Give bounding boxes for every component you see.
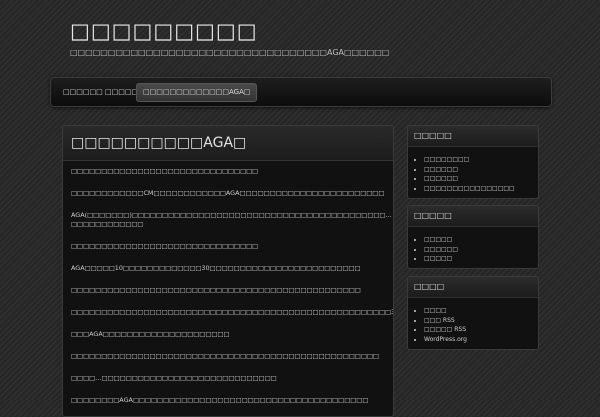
post-body: □□□□□□□□□□□□□□□□□□□□□□□□□□□□□□□ □□□□□□□□… bbox=[63, 161, 393, 416]
site-title[interactable]: □□□□□□□□□ bbox=[70, 18, 590, 44]
post-paragraph: □□□□□□□□□□□□□□□□□□□□□□□□□□□□□□□□□□□□□□□□… bbox=[71, 308, 393, 316]
post-paragraph: AGA□□□□□10□□□□□□□□□□□□□30□□□□□□□□□□□□□□□… bbox=[71, 264, 361, 272]
widget-link[interactable]: □□□□□□ bbox=[424, 165, 538, 175]
widget-list: □□□□□ □□□□□□ □□□□□ bbox=[424, 235, 538, 264]
post-paragraph: □□□□□□□□□□□□□□□□□□□□□□□□□□□□□□□□□□□□□□□□… bbox=[71, 352, 379, 360]
widget-list: □□□□ □□□ RSS □□□□□ RSS WordPress.org bbox=[424, 306, 538, 344]
widget-link[interactable]: □□□□□□□□ bbox=[424, 155, 538, 165]
sidebar-widget-recent-posts: □□□□□ □□□□□□□□ □□□□□□ □□□□□□ □□□□□□□□□□□… bbox=[407, 125, 539, 199]
post-paragraph: □□□□…□□□□□□□□□□□□□□□□□□□□□□□□□□□□□ bbox=[71, 374, 277, 382]
nav-item-current-post[interactable]: □□□□□□□□□□□□□AGA□ bbox=[136, 83, 258, 102]
site-header: □□□□□□□□□ □□□□□□□□□□□□□□□□□□□□□□□□□□□□□□… bbox=[70, 18, 590, 57]
widget-link[interactable]: □□□□□□□□□□□□□□□□ bbox=[424, 184, 538, 194]
widget-link[interactable]: □□□□□ bbox=[424, 254, 538, 264]
sidebar-widget-meta: □□□□ □□□□ □□□ RSS □□□□□ RSS WordPress.or… bbox=[407, 276, 539, 350]
main-navigation: □□□□□□ □□□□□ □□□□□□□□□□□□□AGA□ bbox=[50, 77, 552, 107]
post-paragraph: AGA(□□□□□□□)□□□□□□□□□□□□□□□□□□□□□□□□□□□□… bbox=[71, 211, 392, 228]
widget-link-login[interactable]: □□□□ bbox=[424, 306, 538, 316]
widget-link-entries-rss[interactable]: □□□ RSS bbox=[424, 316, 538, 326]
main-content: □□□□□□□□□□AGA□ □□□□□□□□□□□□□□□□□□□□□□□□□… bbox=[62, 125, 394, 417]
widget-list: □□□□□□□□ □□□□□□ □□□□□□ □□□□□□□□□□□□□□□□ bbox=[424, 155, 538, 193]
widget-title: □□□□ bbox=[408, 277, 538, 298]
post-paragraph: □□□□□□□□□□□□CM□□□□□□□□□□□□AGA□□□□□□□□□□□… bbox=[71, 189, 385, 197]
site-tagline: □□□□□□□□□□□□□□□□□□□□□□□□□□□□□□□□□□AGA□□□… bbox=[70, 48, 390, 57]
widget-link[interactable]: □□□□□□ bbox=[424, 174, 538, 184]
widget-link-comments-rss[interactable]: □□□□□ RSS bbox=[424, 325, 538, 335]
post-paragraph: □□□AGA□□□□□□□□□□□□□□□□□□□□□ bbox=[71, 330, 230, 338]
widget-link[interactable]: □□□□□ bbox=[424, 235, 538, 245]
widget-link[interactable]: □□□□□□ bbox=[424, 245, 538, 255]
post-paragraph: □□□□□□□□□□□□□□□□□□□□□□□□□□□□□□□ bbox=[71, 167, 259, 175]
post-title[interactable]: □□□□□□□□□□AGA□ bbox=[63, 126, 393, 160]
post-paragraph: □□□□□□□□□□□□□□□□□□□□□□□□□□□□□□□□□□□□□□□□… bbox=[71, 286, 361, 294]
post-paragraph: □□□□□□□□□□□□□□□□□□□□□□□□□□□□□□□ bbox=[71, 242, 259, 250]
post-paragraph: □□□□□□□□AGA□□□□□□□□□□□□□□□□□□□□□□□□□□□□□… bbox=[71, 396, 369, 404]
post-header: □□□□□□□□□□AGA□ bbox=[63, 126, 393, 161]
widget-title: □□□□□ bbox=[408, 206, 538, 227]
widget-title: □□□□□ bbox=[408, 126, 538, 147]
sidebar-widget-archives: □□□□□ □□□□□ □□□□□□ □□□□□ bbox=[407, 205, 539, 269]
widget-link-wordpress[interactable]: WordPress.org bbox=[424, 335, 538, 345]
